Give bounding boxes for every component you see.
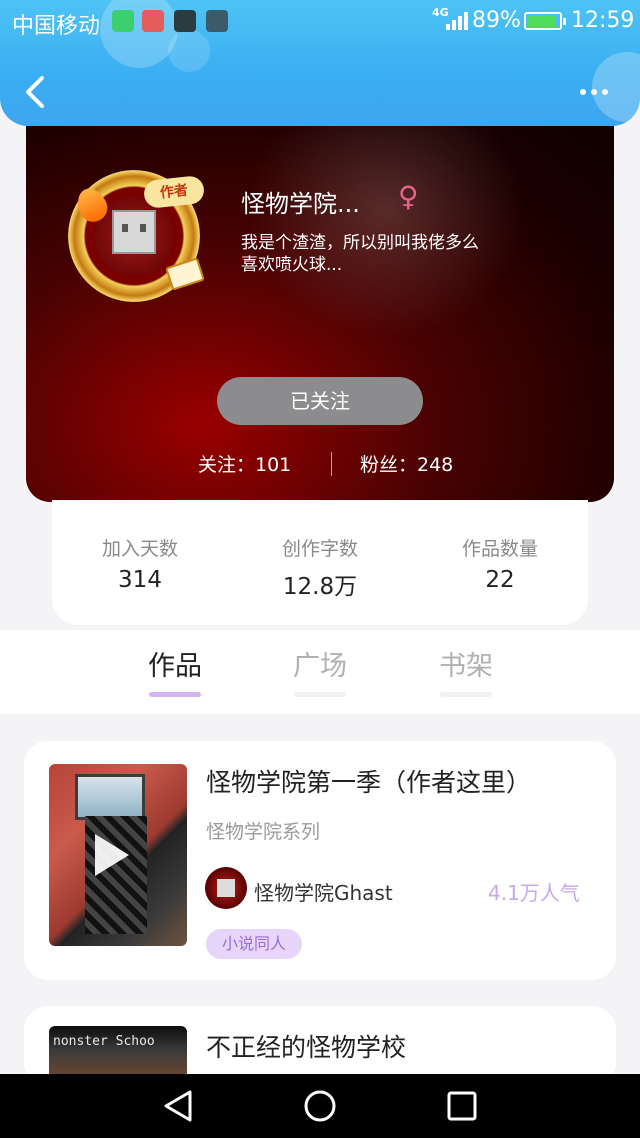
tab-bar: 作品 广场 书架: [0, 630, 640, 714]
decor-bubble: [168, 30, 210, 72]
header-bar: 中国移动 4G 89% 12:59: [0, 0, 640, 126]
tab-indicator: [149, 692, 201, 697]
tab-indicator: [440, 692, 492, 697]
stat-works-count: 作品数量 22: [420, 534, 580, 593]
profile-card: 作者 怪物学院... ♀ 我是个渣渣，所以别叫我佬多么喜欢喷火球... 已关注 …: [26, 118, 614, 502]
notification-app-icon: [112, 10, 134, 32]
status-time: 12:59: [571, 8, 635, 33]
work-tag[interactable]: 小说同人: [206, 929, 303, 959]
stat-label: 加入天数: [101, 538, 178, 560]
nav-back-icon[interactable]: [160, 1088, 196, 1124]
notification-app-icon: [142, 10, 164, 32]
battery-level: [527, 15, 555, 27]
work-title[interactable]: 不正经的怪物学校: [206, 1028, 406, 1064]
tab-works[interactable]: 作品: [135, 644, 215, 697]
notification-app-icon: [206, 10, 228, 32]
play-icon: [95, 834, 129, 876]
more-dot: [591, 89, 597, 95]
work-series: 怪物学院系列: [206, 821, 321, 843]
profile-bio: 我是个渣渣，所以别叫我佬多么喜欢喷火球...: [241, 233, 479, 275]
profile-name: 怪物学院...: [241, 190, 360, 218]
author-badge: 作者: [142, 174, 206, 210]
author-avatar[interactable]: [205, 867, 247, 909]
stat-label: 作品数量: [461, 538, 538, 560]
tab-bookshelf[interactable]: 书架: [426, 644, 506, 697]
female-icon: ♀: [398, 180, 419, 213]
cover-text: nonster Schoo: [53, 1034, 155, 1049]
work-author[interactable]: 怪物学院Ghast: [254, 877, 393, 906]
stat-value: 22: [485, 567, 515, 593]
signal-icon: [446, 12, 468, 30]
decor-bubble: [100, 0, 178, 68]
follow-button[interactable]: 已关注: [217, 377, 423, 425]
nav-home-icon[interactable]: [302, 1088, 338, 1124]
work-card[interactable]: 怪物学院第一季（作者这里） 怪物学院系列 怪物学院Ghast 4.1万人气 小说…: [24, 741, 616, 980]
cover-art: [75, 774, 145, 820]
stat-label: 创作字数: [281, 538, 358, 560]
avatar[interactable]: 作者: [64, 166, 206, 306]
following-count[interactable]: 关注：101: [198, 450, 291, 477]
more-dot: [602, 89, 608, 95]
stat-value: 314: [118, 567, 162, 593]
tab-label: 书架: [439, 651, 493, 682]
stat-word-count: 创作字数 12.8万: [240, 534, 400, 601]
chevron-left-icon: [26, 76, 44, 108]
notification-app-icon: [174, 10, 196, 32]
back-button[interactable]: [20, 72, 52, 112]
follow-stats: 关注：101 粉丝：248: [26, 450, 614, 478]
tab-label: 作品: [148, 651, 202, 682]
tab-square[interactable]: 广场: [280, 644, 360, 697]
work-cover[interactable]: [49, 764, 187, 946]
status-carrier: 中国移动: [12, 14, 101, 39]
nav-recent-icon[interactable]: [444, 1088, 480, 1124]
work-popularity: 4.1万人气: [488, 881, 580, 905]
stats-card: 加入天数 314 创作字数 12.8万 作品数量 22: [52, 500, 588, 625]
stat-value: 12.8万: [282, 574, 358, 600]
system-nav-bar: [0, 1074, 640, 1138]
more-dot: [580, 89, 586, 95]
stat-join-days: 加入天数 314: [60, 534, 220, 593]
tab-label: 广场: [293, 651, 347, 682]
fans-count[interactable]: 粉丝：248: [360, 450, 453, 477]
tab-indicator: [294, 692, 346, 697]
divider: [331, 452, 332, 476]
battery-icon: [524, 12, 566, 30]
ghast-icon: [112, 210, 156, 254]
more-button[interactable]: [574, 84, 614, 100]
work-title[interactable]: 怪物学院第一季（作者这里）: [206, 763, 531, 799]
battery-percent: 89%: [472, 8, 521, 33]
